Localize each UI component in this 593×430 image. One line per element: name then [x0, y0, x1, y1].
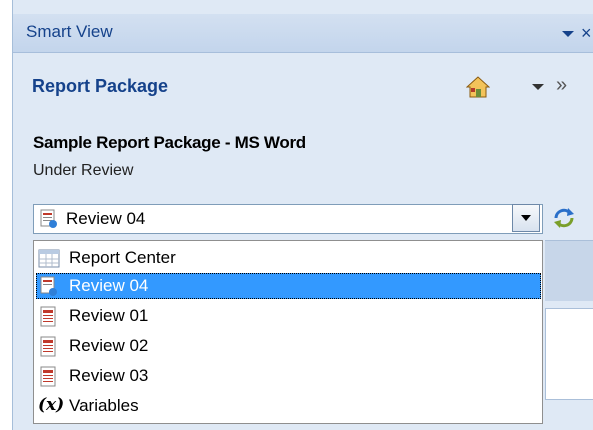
list-item-review-01[interactable]: Review 01	[36, 303, 541, 329]
list-item-label: Review 01	[69, 306, 149, 325]
doclet-dropdown-list: Report Center Review 04 Review 01 Review…	[33, 240, 543, 424]
list-item-label: Report Center	[69, 248, 176, 267]
list-item-review-04[interactable]: Review 04	[36, 273, 541, 299]
doclet-combo[interactable]: Review 04	[33, 204, 543, 234]
page-title: Report Package	[32, 76, 169, 96]
background-panel	[545, 308, 593, 400]
list-item-label: Review 03	[69, 366, 149, 385]
review-doc-icon	[40, 209, 57, 228]
combo-selected-value: Review 04	[66, 209, 146, 228]
refresh-icon[interactable]	[551, 205, 577, 231]
smart-view-titlebar: Smart View ×	[13, 14, 593, 53]
more-options-icon[interactable]: »	[556, 74, 567, 97]
chevron-down-icon	[521, 215, 531, 221]
panel-menu-icon[interactable]	[556, 24, 580, 42]
background-tab-strip	[545, 240, 593, 301]
list-item-review-02[interactable]: Review 02	[36, 333, 541, 359]
word-doc-icon	[40, 366, 56, 387]
list-item-report-center[interactable]: Report Center	[36, 245, 541, 271]
window-title: Smart View	[26, 22, 113, 41]
list-item-label: Review 02	[69, 336, 149, 355]
list-item-label: Review 04	[69, 276, 149, 295]
combo-dropdown-button[interactable]	[512, 204, 540, 232]
list-item-label: Variables	[69, 396, 139, 415]
package-name: Sample Report Package - MS Word	[33, 133, 306, 152]
report-center-icon	[38, 249, 60, 268]
close-icon[interactable]: ×	[581, 23, 593, 43]
package-status: Under Review	[33, 162, 134, 179]
list-item-review-03[interactable]: Review 03	[36, 363, 541, 389]
review-doc-icon	[40, 276, 57, 296]
home-icon[interactable]	[466, 76, 490, 98]
left-border	[12, 0, 13, 430]
variables-icon: (x)	[38, 395, 65, 415]
chevron-down-icon[interactable]	[531, 82, 545, 92]
list-item-variables[interactable]: (x) Variables	[36, 393, 541, 419]
word-doc-icon	[40, 336, 56, 357]
word-doc-icon	[40, 306, 56, 327]
